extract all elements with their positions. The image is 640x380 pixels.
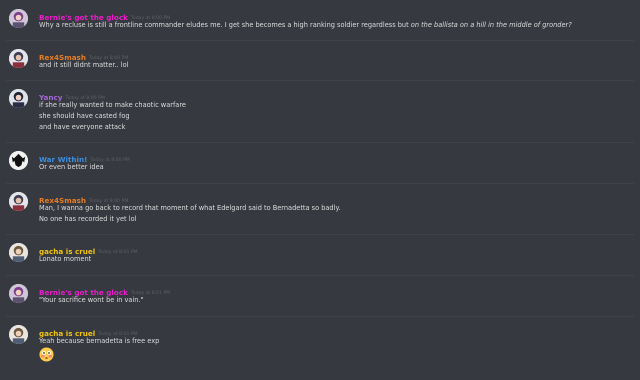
message-text: Yeah because bernadetta is free exp bbox=[39, 337, 160, 345]
message-text: No one has recorded it yet lol bbox=[39, 215, 137, 223]
armored-character-avatar-icon[interactable] bbox=[9, 192, 28, 211]
message-text: Lonato moment bbox=[39, 255, 92, 263]
pink-character-avatar-icon[interactable] bbox=[9, 284, 28, 303]
message-divider bbox=[6, 80, 634, 81]
message-divider bbox=[6, 234, 634, 235]
chat-message: War Within! Today at 8:00 PM Or even bett… bbox=[0, 150, 640, 190]
chat-messages-pane: Bernie's got the glock Today at 8:00 PM W… bbox=[0, 0, 640, 380]
message-text: and have everyone attack bbox=[39, 123, 126, 131]
message-divider bbox=[6, 142, 634, 143]
armored-character-avatar-icon[interactable] bbox=[9, 49, 28, 68]
message-text: Or even better idea bbox=[39, 163, 104, 171]
chat-message: Bernie's got the glock Today at 8:01 PM "… bbox=[0, 283, 640, 323]
message-divider bbox=[6, 183, 634, 184]
dark-character-avatar-icon[interactable] bbox=[9, 89, 28, 108]
flushed-face-emoji-icon bbox=[39, 347, 54, 362]
message-text: if she really wanted to make chaotic war… bbox=[39, 101, 186, 109]
chat-message: gacha is cruel Today at 8:01 PM Yeah beca… bbox=[0, 324, 640, 364]
chat-message: Yancy Today at 8:00 PM if she really want… bbox=[0, 88, 640, 131]
message-text: Why a recluse is still a frontline comma… bbox=[39, 21, 572, 29]
message-text: she should have casted fog bbox=[39, 112, 130, 120]
message-divider bbox=[6, 40, 634, 41]
black-crest-avatar-icon[interactable] bbox=[9, 151, 28, 170]
message-text: Man, I wanna go back to record that mome… bbox=[39, 204, 341, 212]
message-divider bbox=[6, 275, 634, 276]
message-divider bbox=[6, 316, 634, 317]
chat-message: Rex4Smash Today at 8:00 PM Man, I wanna g… bbox=[0, 191, 640, 231]
message-text: and it still didnt matter.. lol bbox=[39, 61, 129, 69]
knight-character-avatar-icon[interactable] bbox=[9, 243, 28, 262]
pink-character-avatar-icon[interactable] bbox=[9, 9, 28, 28]
chat-message: Rex4Smash Today at 8:00 PM and it still d… bbox=[0, 48, 640, 88]
message-text: "Your sacrifice wont be in vain." bbox=[39, 296, 144, 304]
chat-message: Bernie's got the glock Today at 8:00 PM W… bbox=[0, 7, 640, 47]
chat-message: gacha is cruel Today at 8:01 PM Lonato mo… bbox=[0, 242, 640, 282]
knight-character-avatar-icon[interactable] bbox=[9, 325, 28, 344]
message-timestamp: Today at 8:01 PM bbox=[98, 250, 138, 255]
